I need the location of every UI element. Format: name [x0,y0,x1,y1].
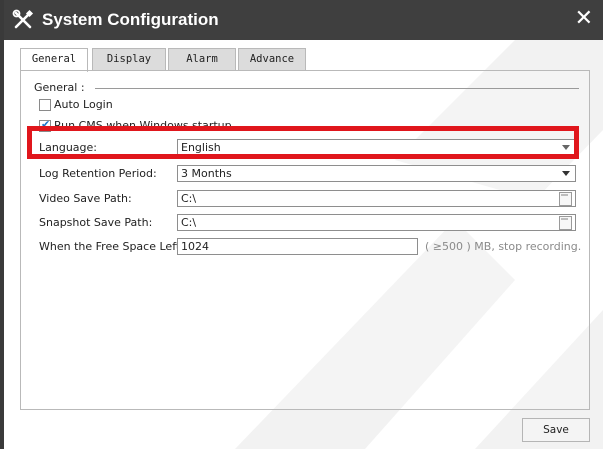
run-on-startup-label: Run CMS when Windows startup [54,119,232,132]
auto-login-label: Auto Login [54,98,113,111]
window-left-border [0,0,4,449]
snapshot-path-value: C:\ [181,216,197,229]
language-label: Language: [39,141,97,154]
snapshot-path-label: Snapshot Save Path: [39,216,153,229]
folder-browse-icon[interactable] [559,216,572,230]
free-space-input[interactable]: 1024 [177,238,418,255]
window-title: System Configuration [42,10,219,29]
group-divider [95,88,579,89]
tools-icon [12,9,34,29]
free-space-value: 1024 [181,240,209,253]
video-path-input[interactable]: C:\ [177,190,576,207]
run-on-startup-checkbox[interactable]: ✔ [39,118,51,132]
log-retention-select[interactable]: 3 Months [177,165,576,182]
general-settings-panel: General : Auto Login ✔ Run CMS when Wind… [20,70,590,410]
tab-alarm[interactable]: Alarm [168,48,236,70]
language-select[interactable]: English [177,139,576,156]
video-path-label: Video Save Path: [39,192,132,205]
tab-display[interactable]: Display [92,48,166,70]
title-bar: System Configuration ✕ [4,0,603,40]
video-path-value: C:\ [181,192,197,205]
auto-login-checkbox[interactable] [39,99,51,111]
folder-browse-icon[interactable] [559,192,572,206]
language-value: English [181,141,221,154]
save-button[interactable]: Save [522,418,590,442]
free-space-hint: ( ≥500 ) MB, stop recording. [425,240,582,253]
tab-advance[interactable]: Advance [238,48,306,70]
log-retention-value: 3 Months [181,167,232,180]
general-group-label: General : [34,81,85,94]
close-icon[interactable]: ✕ [575,6,593,32]
chevron-down-icon [562,145,570,150]
checkmark-icon: ✔ [41,118,51,131]
snapshot-path-input[interactable]: C:\ [177,214,576,231]
free-space-label: When the Free Space Left: [39,240,184,253]
tab-general[interactable]: General [20,48,88,72]
log-retention-label: Log Retention Period: [39,167,157,180]
chevron-down-icon [562,171,570,176]
